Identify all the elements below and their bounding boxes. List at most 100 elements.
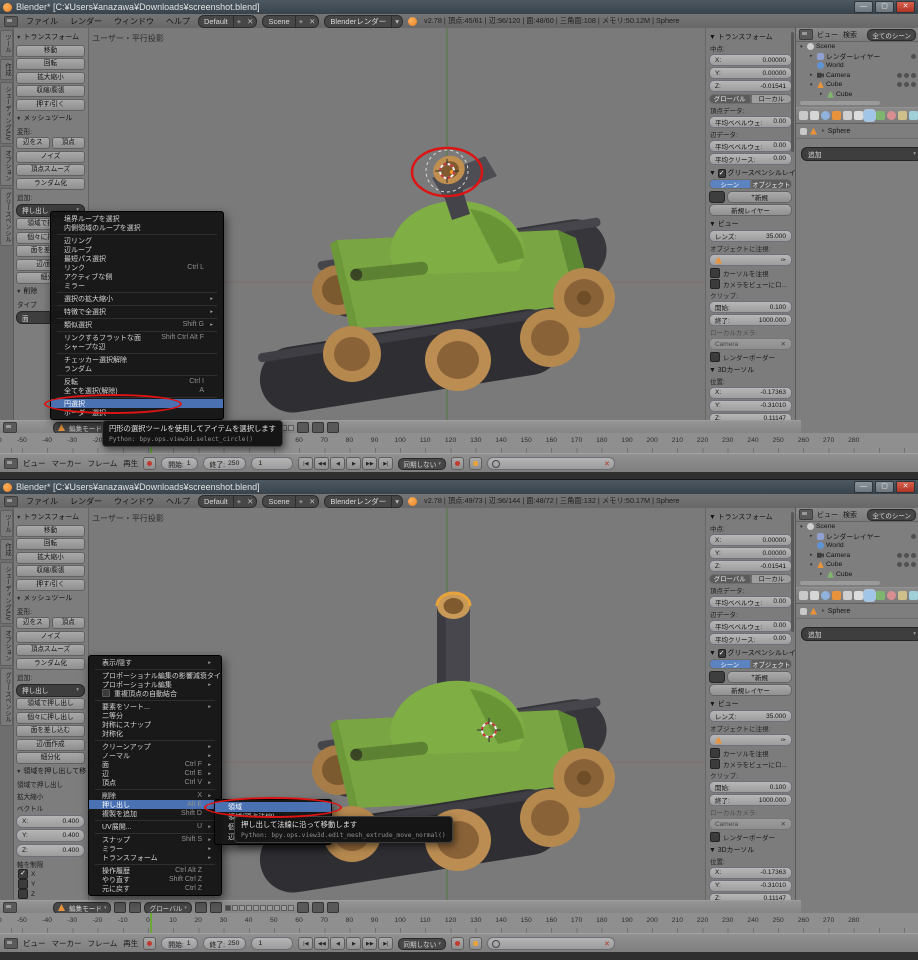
timeline-menu[interactable]: フレーム — [88, 458, 118, 469]
shelf-tab[interactable]: 作成 — [0, 59, 13, 80]
axis-checkbox[interactable]: ✓Y — [14, 879, 88, 889]
outliner-row[interactable]: ▸ Camera — [796, 551, 918, 561]
orientation-dropdown[interactable]: グローバル▾ — [144, 902, 191, 914]
new-layer-button[interactable]: 新規レイヤー — [709, 204, 792, 216]
shelf-button[interactable]: 移動 — [16, 525, 85, 537]
lock-object-field[interactable]: ✑ — [709, 254, 792, 266]
axis-checkbox[interactable]: ✓X — [14, 869, 88, 879]
outliner-row[interactable]: ▾ Cube — [796, 560, 918, 570]
number-field[interactable]: Y:0.00000 — [709, 547, 792, 559]
autokey-icon[interactable] — [143, 937, 156, 950]
orientation-toggle[interactable]: グローバルローカル — [709, 94, 792, 104]
menu-item[interactable]: 円選択 — [51, 399, 223, 408]
maximize-button[interactable]: ▢ — [875, 481, 894, 493]
menu-item[interactable]: 境界ループを選択 — [51, 214, 223, 223]
menu-item[interactable] — [57, 375, 217, 376]
editor-type-icon[interactable] — [799, 509, 813, 520]
panel-header-transform-n[interactable]: ▼ トランスフォーム — [706, 29, 795, 42]
outliner-row[interactable]: ▸ レンダーレイヤー — [796, 52, 918, 62]
outliner-row[interactable]: ▾ Cube — [796, 80, 918, 90]
properties-tab-icon[interactable] — [799, 591, 808, 600]
number-field[interactable]: X:0.400 — [16, 815, 85, 828]
properties-tab-icon[interactable] — [887, 111, 896, 120]
layer-grid[interactable] — [225, 905, 294, 911]
scrollbar[interactable] — [791, 512, 794, 632]
orientation-toggle[interactable]: グローバルローカル — [709, 574, 792, 584]
title-bar[interactable]: Blender* [C:¥Users¥anazawa¥Downloads¥scr… — [0, 480, 918, 494]
editor-type-icon[interactable] — [4, 938, 18, 949]
shelf-button[interactable]: 収縮/膨張 — [16, 565, 85, 577]
lock-icon[interactable] — [297, 422, 309, 433]
menu-item[interactable]: 頂点 Ctrl V ▸ — [89, 778, 221, 787]
minimize-button[interactable]: — — [854, 481, 873, 493]
timeline-ruler[interactable]: -60-50-40-30-20-100102030405060708090100… — [0, 913, 918, 934]
shelf-button[interactable]: 辺をス — [16, 617, 50, 629]
menu-item[interactable] — [95, 740, 215, 741]
menu-item[interactable] — [57, 318, 217, 319]
menu-item[interactable]: 類似選択 Shift G ▸ — [51, 320, 223, 329]
menu-item[interactable]: 反転 Ctrl I — [51, 377, 223, 386]
number-field[interactable]: X:0.00000 — [709, 54, 792, 66]
number-field[interactable]: 開始:0.100 — [709, 301, 792, 313]
number-field[interactable]: Y:0.00000 — [709, 67, 792, 79]
number-field[interactable]: 終了:1000.000 — [709, 314, 792, 326]
menu-item[interactable] — [95, 833, 215, 834]
shelf-button[interactable]: 押す/引く — [16, 99, 85, 111]
panel-header-transform[interactable]: ▼ トランスフォーム — [14, 510, 88, 523]
menu-item[interactable]: 元に戻す Ctrl Z — [89, 884, 221, 893]
menu-item[interactable]: 操作履歴 Ctrl Alt Z — [89, 866, 221, 875]
menu-item[interactable] — [95, 789, 215, 790]
number-field[interactable]: 開始:0.100 — [709, 781, 792, 793]
menu-item[interactable]: ファイル — [23, 16, 61, 27]
number-field[interactable]: Z:-0.01541 — [709, 80, 792, 92]
shelf-button[interactable]: ノイズ — [16, 151, 85, 163]
number-field[interactable]: Z:-0.01541 — [709, 560, 792, 572]
editor-type-icon[interactable] — [4, 458, 18, 469]
outliner-row[interactable]: World — [796, 61, 918, 71]
menu-item[interactable]: プロポーショナル編集の影響減衰タイプ ▸ — [89, 671, 221, 680]
extrude-dropdown[interactable]: 押し出し▾ — [16, 684, 85, 697]
outliner-menu[interactable]: 検索 — [843, 510, 857, 520]
outliner-row[interactable]: ▸ Camera — [796, 71, 918, 81]
lens-field[interactable]: レンズ:35.000 — [709, 710, 792, 722]
menu-item[interactable]: リンクするフラットな面 Shift Ctrl Alt F — [51, 333, 223, 342]
timeline-menu[interactable]: ビュー — [23, 458, 46, 469]
number-field[interactable]: X:0.00000 — [709, 534, 792, 546]
shelf-button[interactable]: 回転 — [16, 538, 85, 550]
new-button[interactable]: + 新規 — [727, 191, 792, 203]
scene-selector[interactable]: Scene +✕ — [262, 15, 319, 28]
menu-item[interactable]: 要素をソート... ▸ — [89, 702, 221, 711]
sync-dropdown[interactable]: 同期しない▾ — [398, 458, 445, 470]
menu-item[interactable] — [57, 397, 217, 398]
menu-item[interactable]: プロポーショナル編集 ▸ — [89, 680, 221, 689]
pivot-dropdown-icon[interactable] — [129, 902, 141, 913]
frame-start-field[interactable]: 開始:1 — [161, 937, 197, 950]
number-field[interactable]: Z:0.11147 — [709, 893, 792, 901]
outliner-filter-dropdown[interactable]: 全てのシーン — [867, 509, 916, 521]
menu-item[interactable]: ミラー ▸ — [89, 844, 221, 853]
properties-tab-icon[interactable] — [832, 111, 841, 120]
shelf-button[interactable]: 個々に押し出し — [16, 712, 85, 724]
menu-item[interactable] — [57, 305, 217, 306]
shelf-button[interactable]: 辺/面作成 — [16, 739, 85, 751]
menu-item[interactable]: 内側領域のループを選択 — [51, 223, 223, 232]
render-border-checkbox[interactable]: ✓レンダーボーダー — [706, 830, 795, 842]
panel-header-meshtools[interactable]: ▼ メッシュツール — [14, 591, 88, 604]
number-field[interactable]: 平均ベベルウェ:0.00 — [709, 116, 792, 128]
playback-button[interactable]: ▶▶ — [362, 937, 377, 950]
frame-end-field[interactable]: 終了:250 — [203, 457, 247, 470]
timeline-menu[interactable]: 再生 — [123, 938, 138, 949]
properties-tab-icon[interactable] — [854, 591, 863, 600]
number-field[interactable]: 平均ベベルウェ:0.00 — [709, 140, 792, 152]
properties-tab-icon[interactable] — [865, 111, 874, 120]
render-engine-selector[interactable]: Blenderレンダー▾ — [324, 495, 403, 508]
lock-icon[interactable] — [297, 902, 309, 913]
snap-magnet-icon[interactable] — [312, 422, 324, 433]
playback-button[interactable]: ▶| — [378, 457, 393, 470]
properties-tab-icon[interactable] — [854, 111, 863, 120]
playback-button[interactable]: ◀◀ — [314, 457, 329, 470]
menu-item[interactable]: 押し出し Alt E ▸ — [89, 800, 221, 809]
number-field[interactable]: Z:0.400 — [16, 844, 85, 857]
menu-item[interactable]: 複製を追加 Shift D — [89, 809, 221, 818]
playback-button[interactable]: ▶ — [346, 937, 361, 950]
